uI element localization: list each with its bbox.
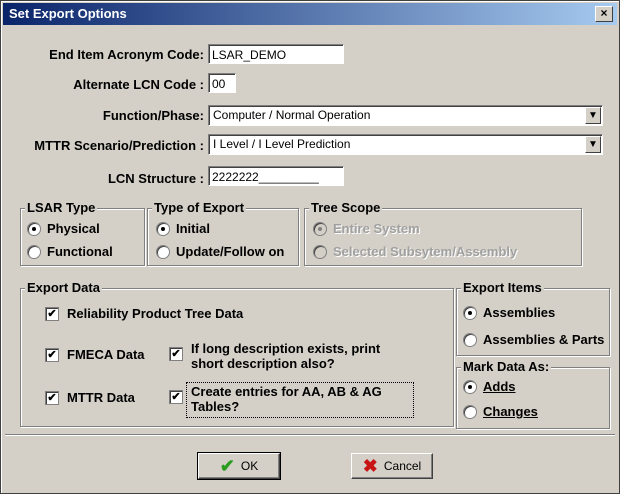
- checkmark-icon[interactable]: ✔: [45, 307, 59, 321]
- mttr-value: I Level / I Level Prediction: [213, 137, 351, 151]
- cancel-label: Cancel: [383, 459, 422, 473]
- mttr-select[interactable]: I Level / I Level Prediction ▼: [208, 134, 603, 155]
- ok-button[interactable]: ✔ OK: [197, 452, 281, 480]
- export-items-group: Export Items Assemblies Assemblies & Par…: [456, 280, 610, 356]
- export-update-label: Update/Follow on: [176, 244, 285, 259]
- lcn-input[interactable]: 2222222_________: [208, 166, 344, 186]
- fmeca-label: FMECA Data: [67, 347, 145, 362]
- export-data-group: Export Data ✔ Reliability Product Tree D…: [20, 280, 454, 427]
- mark-data-legend: Mark Data As:: [461, 359, 552, 374]
- export-type-group: Type of Export Initial Update/Follow on: [147, 200, 299, 266]
- lsar-functional-label: Functional: [47, 244, 113, 259]
- checkmark-icon[interactable]: ✔: [169, 390, 183, 404]
- assemblies-parts-label: Assemblies & Parts: [483, 332, 605, 347]
- radio-selected-icon: [313, 222, 327, 236]
- export-items-legend: Export Items: [461, 280, 544, 295]
- export-data-legend: Export Data: [25, 280, 102, 295]
- alt-lcn-label: Alternate LCN Code :: [73, 77, 204, 92]
- chevron-down-icon[interactable]: ▼: [585, 107, 601, 124]
- radio-selected-icon[interactable]: [27, 222, 41, 236]
- eia-label: End Item Acronym Code:: [49, 47, 204, 62]
- mttr-label: MTTR Scenario/Prediction :: [34, 138, 204, 153]
- export-options-dialog: Set Export Options × End Item Acronym Co…: [0, 0, 620, 494]
- tree-scope-legend: Tree Scope: [309, 200, 383, 215]
- chevron-down-icon[interactable]: ▼: [585, 136, 601, 153]
- function-value: Computer / Normal Operation: [213, 108, 371, 122]
- radio-icon[interactable]: [463, 333, 477, 347]
- separator: [5, 434, 615, 436]
- adds-radio[interactable]: Adds: [463, 379, 516, 394]
- export-initial-radio[interactable]: Initial: [156, 221, 210, 236]
- long-desc-checkbox[interactable]: ✔ If long description exists, print shor…: [169, 341, 380, 371]
- long-desc-line-2: short description also?: [191, 356, 335, 371]
- changes-label: Changes: [483, 404, 538, 419]
- function-select[interactable]: Computer / Normal Operation ▼: [208, 105, 603, 126]
- ok-label: OK: [240, 459, 259, 473]
- checkmark-icon[interactable]: ✔: [169, 347, 183, 361]
- tree-selected-label: Selected Subsytem/Assembly: [333, 244, 518, 259]
- dialog-title: Set Export Options: [9, 6, 127, 21]
- adds-label: Adds: [483, 379, 516, 394]
- reliability-label: Reliability Product Tree Data: [67, 306, 244, 321]
- mttr-data-label: MTTR Data: [67, 390, 135, 405]
- radio-selected-icon[interactable]: [463, 380, 477, 394]
- x-icon: ✖: [362, 455, 378, 476]
- radio-icon[interactable]: [463, 405, 477, 419]
- export-initial-label: Initial: [176, 221, 210, 236]
- tree-entire-radio: Entire System: [313, 221, 420, 236]
- assemblies-parts-radio[interactable]: Assemblies & Parts: [463, 332, 604, 347]
- checkmark-icon[interactable]: ✔: [45, 348, 59, 362]
- alt-lcn-input[interactable]: 00: [208, 73, 236, 93]
- mark-data-group: Mark Data As: Adds Changes: [456, 359, 610, 429]
- export-type-legend: Type of Export: [152, 200, 247, 215]
- lsar-functional-radio[interactable]: Functional: [27, 244, 113, 259]
- radio-icon: [313, 245, 327, 259]
- assemblies-radio[interactable]: Assemblies: [463, 305, 555, 320]
- export-update-radio[interactable]: Update/Follow on: [156, 244, 284, 259]
- mttr-checkbox[interactable]: ✔ MTTR Data: [45, 390, 135, 405]
- lsar-physical-radio[interactable]: Physical: [27, 221, 100, 236]
- tree-scope-group: Tree Scope Entire System Selected Subsyt…: [304, 200, 582, 266]
- assemblies-label: Assemblies: [483, 305, 556, 320]
- title-bar: Set Export Options ×: [3, 3, 617, 25]
- checkmark-icon[interactable]: ✔: [45, 391, 59, 405]
- radio-selected-icon[interactable]: [463, 306, 477, 320]
- lcn-label: LCN Structure :: [107, 171, 204, 186]
- fmeca-checkbox[interactable]: ✔ FMECA Data: [45, 347, 145, 362]
- lsar-physical-label: Physical: [47, 221, 100, 236]
- focus-rectangle: [186, 382, 414, 418]
- tree-entire-label: Entire System: [333, 221, 420, 236]
- radio-selected-icon[interactable]: [156, 222, 170, 236]
- lsar-type-group: LSAR Type Physical Functional: [20, 200, 145, 266]
- tree-selected-radio: Selected Subsytem/Assembly: [313, 244, 517, 259]
- reliability-checkbox[interactable]: ✔ Reliability Product Tree Data: [45, 306, 243, 321]
- eia-input[interactable]: LSAR_DEMO: [208, 44, 344, 64]
- radio-icon[interactable]: [27, 245, 41, 259]
- checkmark-icon: ✔: [219, 455, 235, 476]
- long-desc-line-1: If long description exists, print: [191, 341, 381, 356]
- long-desc-label: If long description exists, print short …: [191, 341, 380, 371]
- lsar-type-legend: LSAR Type: [25, 200, 98, 215]
- changes-radio[interactable]: Changes: [463, 404, 538, 419]
- cancel-button[interactable]: ✖ Cancel: [351, 453, 433, 479]
- function-label: Function/Phase:: [102, 108, 204, 123]
- close-button[interactable]: ×: [595, 6, 613, 22]
- radio-icon[interactable]: [156, 245, 170, 259]
